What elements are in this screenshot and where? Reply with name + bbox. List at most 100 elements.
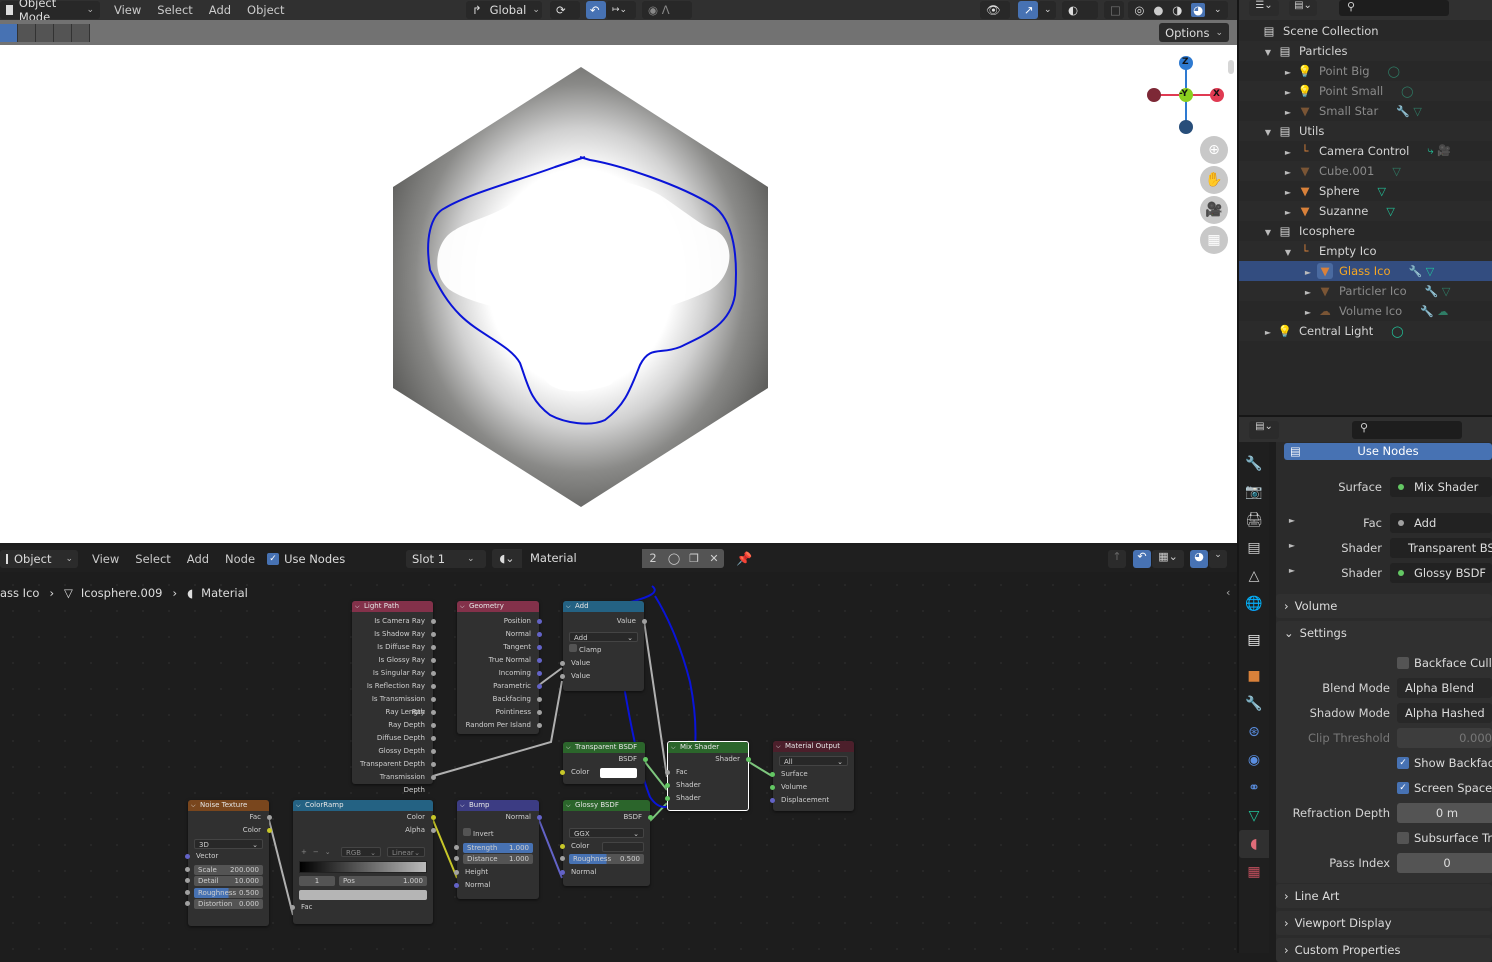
outliner-item-glass-ico[interactable]: ► ▼ Glass Ico 🔧 ▽ (1239, 261, 1492, 281)
distribution-dropdown[interactable]: GGX ⌄ (569, 828, 644, 838)
empty-icon[interactable]: └ (1297, 143, 1313, 159)
output-socket[interactable] (537, 697, 542, 702)
node-header[interactable]: Geometry (457, 601, 539, 612)
output-socket[interactable] (431, 645, 436, 650)
node-colorramp[interactable]: ColorRamp Color Alpha +−⌄ RGB⌄ Linear⌄ 1… (290, 800, 436, 924)
collapsed-arrow-icon[interactable]: ► (1285, 208, 1291, 217)
tab-output[interactable]: 🖨 (1239, 506, 1269, 534)
outliner-item-point-small[interactable]: ► 💡 Point Small ◯ (1239, 81, 1492, 101)
tab-collection[interactable]: ▤ (1239, 626, 1269, 654)
shader-2-field[interactable]: Glossy BSDF (1390, 563, 1492, 583)
node-header[interactable]: Add (563, 601, 644, 612)
outliner-item-volume-ico[interactable]: ► ☁ Volume Ico 🔧 ☁ (1239, 301, 1492, 321)
tab-tool[interactable]: 🔧 (1239, 450, 1269, 478)
material-browse-icon[interactable]: ◖⌄ (492, 549, 522, 568)
output-socket[interactable] (431, 697, 436, 702)
node-transparent-bsdf[interactable]: Transparent BSDF BSDF Color (560, 742, 648, 784)
object-data-icons[interactable]: ▽ (1378, 185, 1386, 198)
output-socket[interactable] (746, 757, 751, 762)
tab-particles[interactable]: ⊛ (1239, 718, 1269, 746)
node-header[interactable]: Noise Texture (188, 800, 269, 811)
node-bump[interactable]: Bump Normal Invert Strength1.000 Distanc… (454, 800, 542, 899)
pivot-point-dropdown[interactable]: ⟳ (550, 1, 580, 19)
output-socket[interactable] (537, 619, 542, 624)
output-socket[interactable] (537, 671, 542, 676)
output-socket[interactable] (431, 710, 436, 715)
mesh-icon[interactable]: ▼ (1297, 163, 1313, 179)
fac-field[interactable]: Add (1390, 513, 1492, 533)
tab-material[interactable]: ◖ (1239, 830, 1269, 858)
camera-view-button[interactable]: 🎥 (1200, 196, 1228, 224)
menu-view[interactable]: View (106, 3, 149, 17)
outliner-item-central-light[interactable]: ► 💡 Central Light ◯ (1239, 321, 1492, 341)
outliner-item-suzanne[interactable]: ► ▼ Suzanne ▽ (1239, 201, 1492, 221)
output-socket[interactable] (431, 775, 436, 780)
strength-slider[interactable]: Strength 1.000 (454, 842, 533, 853)
outliner-item-utils[interactable]: ▼ ▤ Utils (1239, 121, 1492, 141)
ramp-menu-icon[interactable]: ⌄ (325, 848, 331, 856)
object-data-icons[interactable]: ◯ (1391, 325, 1403, 338)
slot-dropdown[interactable]: Slot 1 ⌄ (406, 550, 486, 568)
output-socket[interactable] (431, 762, 436, 767)
editor-type-dropdown[interactable]: Object ⌄ (0, 550, 78, 568)
dimensions-dropdown[interactable]: 3D ⌄ (194, 838, 263, 849)
collapsed-arrow-icon[interactable]: ► (1305, 308, 1311, 317)
node-glossy-bsdf[interactable]: Glossy BSDF BSDF GGX⌄ Color Roughness0.5… (560, 800, 653, 886)
expanded-arrow-icon[interactable]: ▼ (1265, 48, 1271, 57)
viewport-scrollbar[interactable] (1228, 60, 1234, 74)
viewport-display-panel-header[interactable]: › Viewport Display (1276, 911, 1492, 935)
tab-scene[interactable]: △ (1239, 562, 1269, 590)
node-snap-dropdown[interactable]: ▦⌄ (1152, 550, 1184, 568)
transform-orientation-dropdown[interactable]: ↱ Global ⌄ (466, 1, 542, 19)
menu-select[interactable]: Select (149, 3, 200, 17)
mesh-icon[interactable]: ▼ (1297, 183, 1313, 199)
output-socket[interactable] (431, 723, 436, 728)
snap-target-dropdown[interactable]: ↦⌄ (606, 1, 636, 19)
node-menu-node[interactable]: Node (217, 552, 263, 566)
node-menu-select[interactable]: Select (127, 552, 178, 566)
stop-pos-field[interactable]: Pos 1.000 (339, 876, 427, 886)
color-gradient-bar[interactable] (299, 861, 427, 873)
xray-toggle[interactable]: □ (1104, 1, 1124, 19)
input-socket[interactable] (665, 770, 670, 775)
remove-stop-icon[interactable]: − (313, 848, 319, 856)
outliner-item-empty-ico[interactable]: ▼ └ Empty Ico (1239, 241, 1492, 261)
object-data-icons[interactable]: ▽ (1386, 205, 1394, 218)
collection-icon[interactable]: ▤ (1261, 23, 1277, 39)
clamp-checkbox[interactable]: Clamp (563, 643, 644, 657)
mesh-icon[interactable]: ▼ (1297, 103, 1313, 119)
use-nodes-checkbox[interactable]: ✓ Use Nodes (267, 552, 345, 566)
backface-culling-checkbox[interactable]: Backface Culling (1397, 656, 1492, 670)
expand-fac-icon[interactable]: ► (1286, 516, 1298, 525)
output-socket[interactable] (431, 749, 436, 754)
object-data-icons[interactable]: ⤷ 🎥 (1427, 144, 1450, 158)
sidebar-toggle-icon[interactable]: ‹ (1226, 586, 1230, 599)
object-data-icons[interactable]: 🔧 ▽ (1425, 285, 1451, 298)
mesh-icon[interactable]: ▼ (1317, 283, 1333, 299)
node-header[interactable]: Bump (457, 800, 539, 811)
mesh-icon[interactable]: ▼ (1317, 263, 1333, 279)
object-data-icons[interactable]: ▽ (1392, 165, 1400, 178)
use-nodes-button[interactable]: ▤ Use Nodes (1284, 443, 1492, 460)
tab-texture[interactable]: ▦ (1239, 858, 1269, 886)
output-socket[interactable] (537, 710, 542, 715)
fake-user-icon[interactable]: ◯ (664, 549, 684, 568)
stop-color-swatch[interactable] (299, 890, 427, 900)
collapsed-arrow-icon[interactable]: ► (1285, 68, 1291, 77)
collection-icon[interactable]: ▤ (1277, 123, 1293, 139)
output-socket[interactable] (431, 684, 436, 689)
output-socket[interactable] (431, 619, 436, 624)
editor-type-dropdown[interactable]: ▤⌄ (1249, 421, 1279, 439)
input-socket[interactable] (185, 889, 190, 895)
unlink-material-icon[interactable]: ✕ (704, 549, 724, 568)
output-socket[interactable] (648, 815, 653, 820)
properties-search-input[interactable]: ⚲ (1352, 421, 1462, 439)
tab-object[interactable]: ■ (1239, 662, 1269, 690)
visibility-dropdown[interactable]: 👁 (980, 1, 1010, 19)
input-socket[interactable] (560, 843, 565, 849)
input-socket[interactable] (770, 771, 775, 777)
light-icon[interactable]: 💡 (1297, 83, 1313, 99)
node-header[interactable]: Light Path (352, 601, 433, 612)
expanded-arrow-icon[interactable]: ▼ (1265, 128, 1271, 137)
tab-modifiers[interactable]: 🔧 (1239, 690, 1269, 718)
